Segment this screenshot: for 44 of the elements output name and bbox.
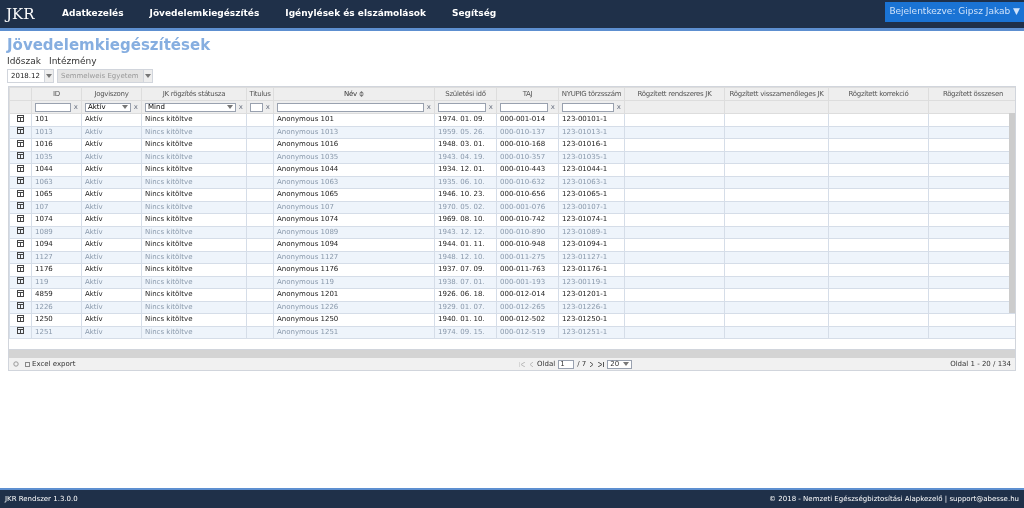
calendar-icon[interactable]: [17, 264, 24, 272]
vertical-scrollbar[interactable]: [1009, 113, 1015, 313]
sort-icon: [358, 91, 364, 97]
calendar-icon[interactable]: [17, 302, 24, 309]
caret-icon: [144, 74, 151, 78]
calendar-icon[interactable]: [17, 164, 24, 172]
horizontal-scrollbar[interactable]: [9, 349, 1015, 358]
filter-label: Intézmény: [49, 55, 97, 67]
caret-icon: [226, 105, 233, 109]
calendar-icon[interactable]: [17, 327, 24, 334]
calendar-icon[interactable]: [17, 277, 24, 284]
calendar-icon[interactable]: [17, 289, 24, 297]
nav-link[interactable]: Segítség: [451, 7, 497, 21]
calendar-icon[interactable]: [17, 227, 24, 234]
calendar-icon[interactable]: [17, 127, 24, 134]
next-page-icon[interactable]: [589, 361, 595, 367]
calendar-icon[interactable]: [17, 202, 24, 209]
filter-field[interactable]: [438, 102, 486, 112]
nav-link[interactable]: Adatkezelés: [62, 7, 124, 21]
user-menu-button[interactable]: Bejelentkezve: Gipsz Jakab ▼: [885, 2, 1024, 22]
filter-field[interactable]: [500, 102, 548, 112]
calendar-icon[interactable]: [17, 252, 24, 259]
export-icon: [25, 361, 30, 367]
calendar-icon[interactable]: [17, 314, 24, 322]
filter-field[interactable]: [35, 102, 71, 112]
filter-field[interactable]: [562, 102, 614, 112]
caret-icon: [45, 74, 52, 78]
page-title: Jövedelemkiegészítések: [7, 35, 212, 55]
filter-label: Időszak: [7, 55, 41, 67]
last-page-icon[interactable]: [597, 361, 605, 367]
calendar-icon[interactable]: [17, 177, 24, 184]
logo[interactable]: JKR: [6, 2, 62, 26]
calendar-icon[interactable]: [17, 152, 24, 159]
calendar-icon[interactable]: [17, 189, 24, 197]
calendar-icon[interactable]: [17, 214, 24, 222]
calendar-icon[interactable]: [17, 239, 24, 247]
calendar-icon[interactable]: [17, 139, 24, 147]
caret-icon: [121, 105, 128, 109]
filter-field[interactable]: [250, 102, 263, 112]
nav-link[interactable]: Jövedelemkiegészítés: [149, 7, 260, 21]
nav-link[interactable]: Igénylések és elszámolások: [285, 7, 426, 21]
calendar-icon[interactable]: [17, 114, 24, 122]
filter-field[interactable]: [277, 102, 424, 112]
caret-icon: [623, 362, 630, 366]
